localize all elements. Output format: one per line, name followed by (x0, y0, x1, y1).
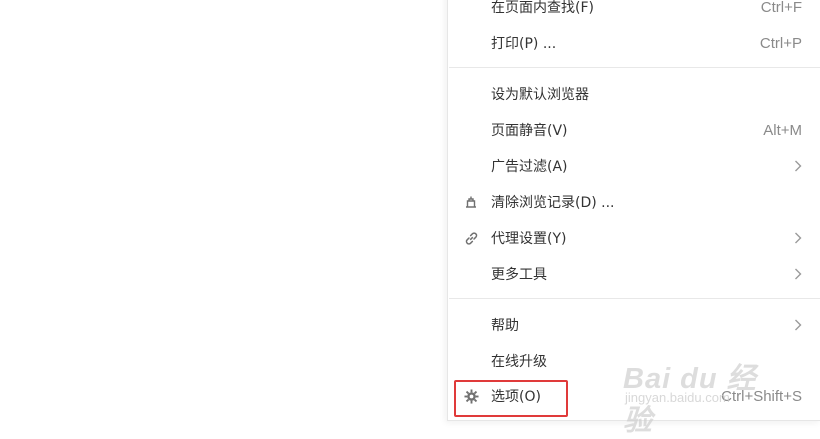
menu-separator (449, 298, 820, 299)
menu-item-shortcut: Ctrl+F (760, 0, 802, 16)
highlight-box (454, 380, 568, 417)
chevron-right-icon (793, 267, 803, 281)
menu-item-label: 打印(P) ... (491, 36, 557, 52)
menu-item-label: 代理设置(Y) (491, 231, 567, 247)
menu-item-label: 设为默认浏览器 (491, 87, 589, 103)
menu-item-label: 在页面内查找(F) (491, 0, 594, 16)
menu-item-set-default-browser[interactable]: 设为默认浏览器 (448, 76, 820, 112)
menu-item-label: 页面静音(V) (491, 123, 568, 139)
context-menu: 在页面内查找(F) Ctrl+F 打印(P) ... Ctrl+P 设为默认浏览… (447, 0, 820, 421)
menu-item-mute-page[interactable]: 页面静音(V) Alt+M (448, 112, 820, 148)
chevron-right-icon (793, 318, 803, 332)
menu-item-help[interactable]: 帮助 (448, 307, 820, 343)
menu-separator (449, 67, 820, 68)
menu-item-print[interactable]: 打印(P) ... Ctrl+P (448, 25, 820, 61)
link-icon (462, 229, 480, 247)
clear-history-icon (462, 193, 480, 211)
menu-item-ad-filter[interactable]: 广告过滤(A) (448, 148, 820, 184)
menu-item-shortcut: Alt+M (763, 121, 802, 139)
menu-item-find-in-page[interactable]: 在页面内查找(F) Ctrl+F (448, 0, 820, 25)
menu-item-clear-history[interactable]: 清除浏览记录(D) ... (448, 184, 820, 220)
chevron-right-icon (793, 231, 803, 245)
menu-item-label: 更多工具 (491, 267, 547, 283)
menu-item-more-tools[interactable]: 更多工具 (448, 256, 820, 292)
menu-item-shortcut: Ctrl+Shift+S (721, 387, 802, 405)
menu-item-label: 清除浏览记录(D) ... (491, 195, 615, 211)
menu-item-online-upgrade[interactable]: 在线升级 (448, 343, 820, 379)
menu-item-label: 在线升级 (491, 354, 547, 370)
menu-item-label: 广告过滤(A) (491, 159, 568, 175)
chevron-right-icon (793, 159, 803, 173)
menu-item-proxy-settings[interactable]: 代理设置(Y) (448, 220, 820, 256)
menu-item-shortcut: Ctrl+P (759, 34, 802, 52)
menu-item-label: 帮助 (491, 318, 519, 334)
